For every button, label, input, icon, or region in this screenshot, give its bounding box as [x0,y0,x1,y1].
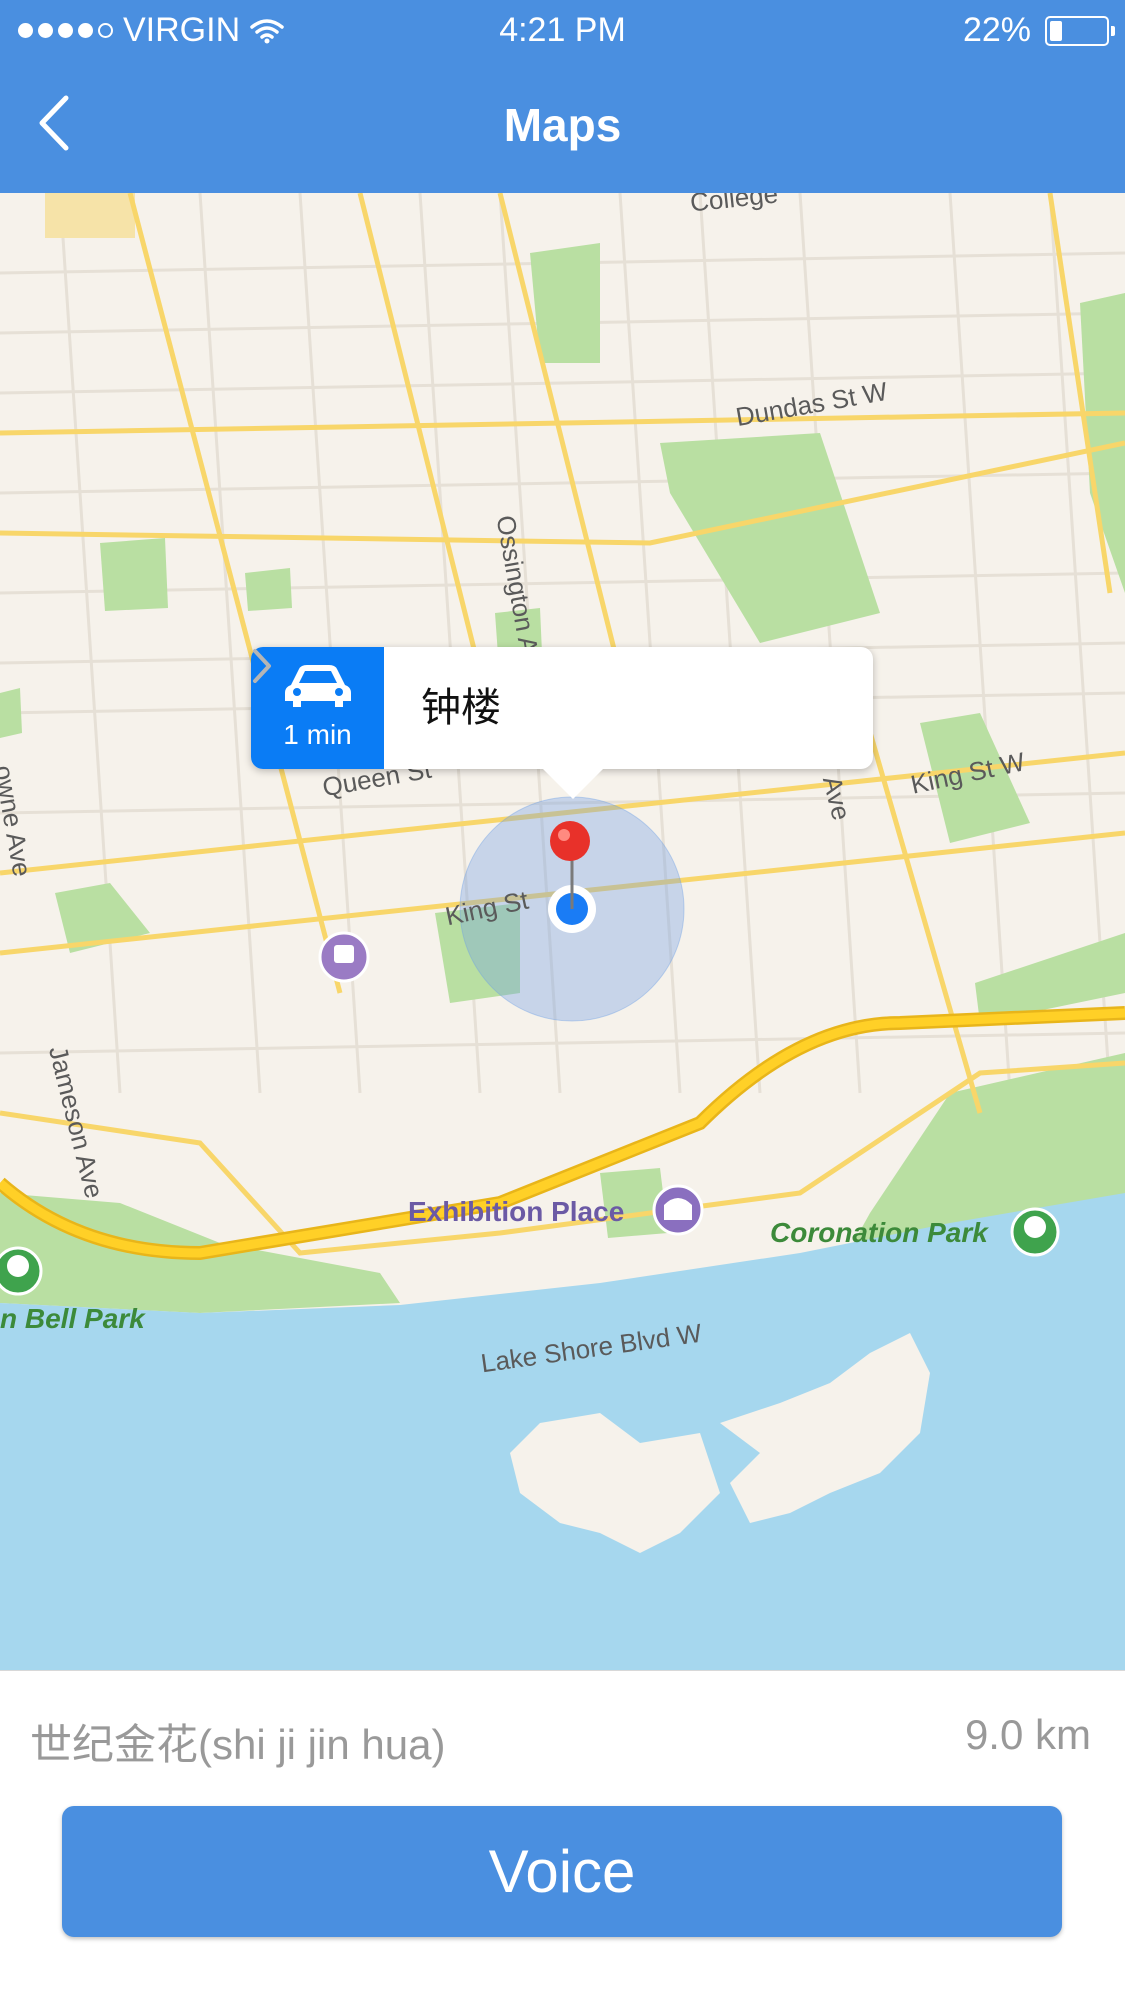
destination-name: 世纪金花(shi ji jin hua) [30,1721,446,1768]
eta-label: 1 min [283,719,352,750]
status-bar: VIRGIN 4:21 PM 22% [0,0,1125,62]
battery-icon [1045,15,1115,46]
status-right: 22% [962,11,1115,50]
status-time: 4:21 PM [499,11,626,49]
battery-percent: 22% [962,11,1031,49]
destination-info-row: 世纪金花(shi ji jin hua) 9.0 km [0,1670,1125,1796]
callout-title: 钟楼 [421,686,501,730]
chevron-right-icon [253,649,271,683]
map-canvas [0,193,1125,1670]
destination-distance: 9.0 km [964,1711,1091,1758]
map-view[interactable]: College Dundas St W Ossington A Queen St… [0,193,1125,1670]
car-icon [285,665,351,707]
location-callout[interactable]: 1 min 钟楼 [251,647,873,799]
place-label-exhibition: Exhibition Place [408,1196,625,1227]
page-title: Maps [503,99,622,151]
place-label-bell-park: n Bell Park [0,1303,145,1334]
battery-level-fill [1050,20,1062,41]
voice-button[interactable]: Voice [62,1806,1062,1937]
red-pin-head [550,821,590,861]
top-bar: VIRGIN 4:21 PM 22% Maps [0,0,1125,193]
navigation-bar: Maps [0,62,1125,193]
place-label-coronation: Coronation Park [770,1217,988,1248]
